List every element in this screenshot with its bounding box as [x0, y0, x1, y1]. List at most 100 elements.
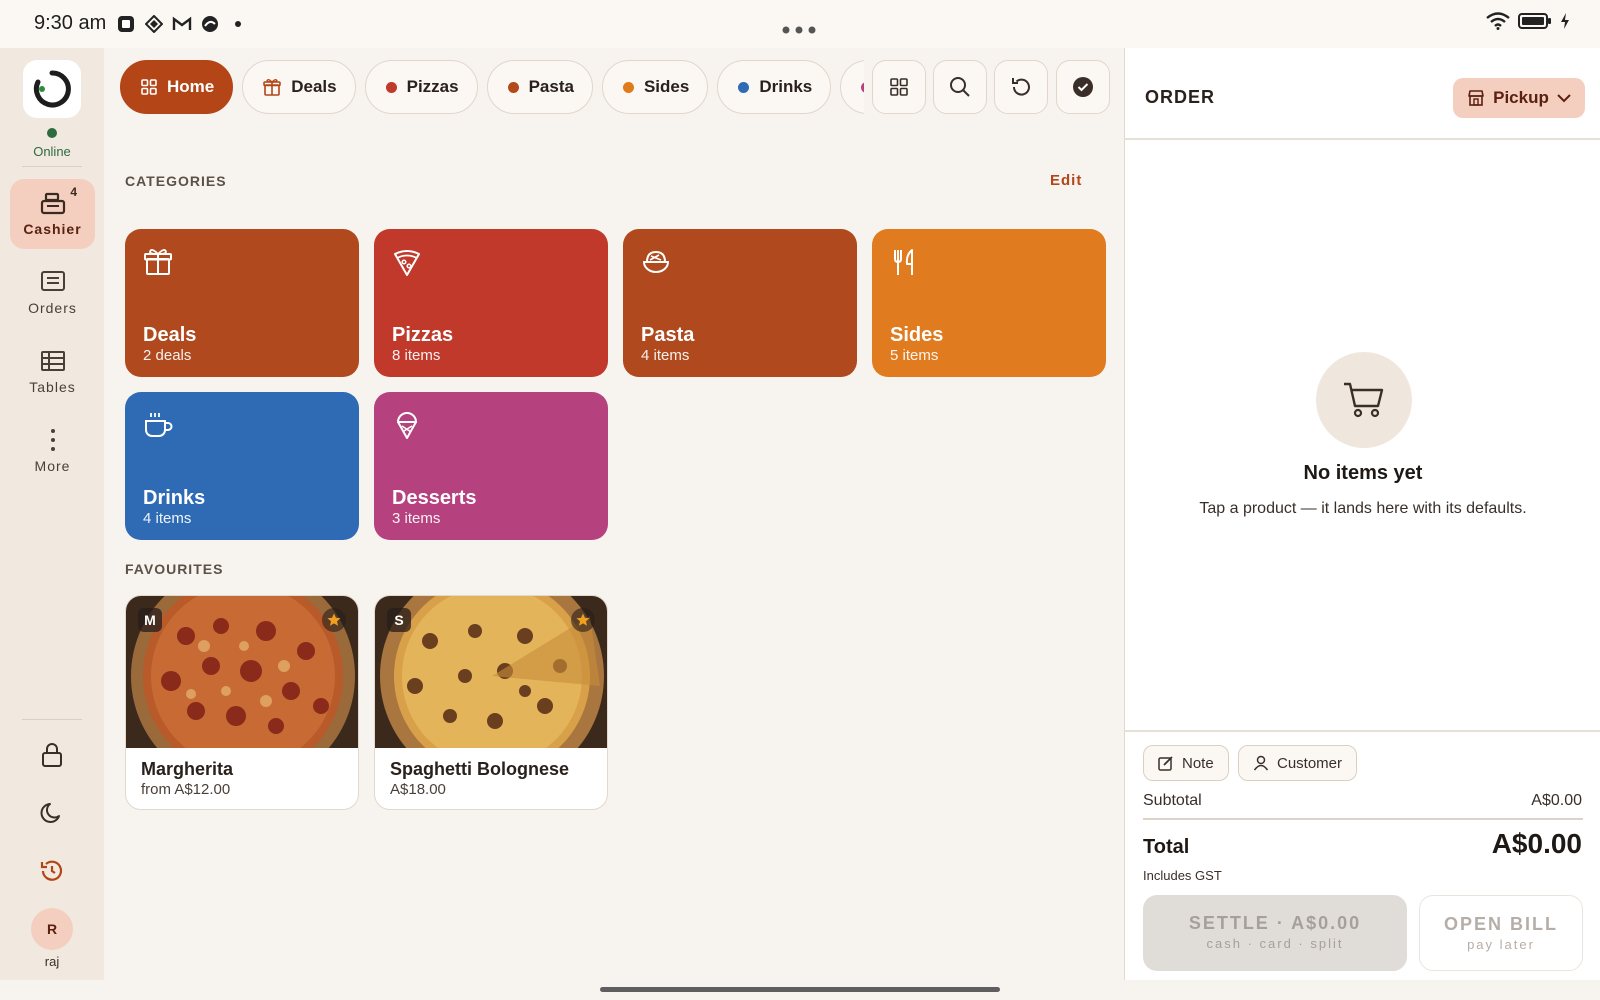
chip-sides[interactable]: Sides — [601, 60, 709, 114]
chip-deals-label: Deals — [291, 77, 337, 96]
category-count: 4 items — [641, 347, 690, 364]
chip-desserts[interactable]: De — [840, 60, 864, 114]
undo-icon — [1012, 78, 1030, 96]
category-name: Desserts — [392, 487, 477, 509]
category-count: 2 deals — [143, 347, 192, 364]
charging-icon — [1560, 12, 1570, 35]
subtotal-label: Subtotal — [1143, 792, 1202, 809]
product-price: A$18.00 — [390, 781, 446, 798]
size-tag: M — [138, 608, 162, 632]
online-status-dot — [47, 128, 57, 138]
nav-orders[interactable]: Orders — [10, 258, 95, 328]
open-bill-button[interactable]: OPEN BILL pay later — [1419, 895, 1583, 971]
chip-pizzas[interactable]: Pizzas — [364, 60, 478, 114]
category-name: Pasta — [641, 324, 695, 346]
search-icon — [950, 77, 970, 97]
table-icon — [40, 351, 65, 371]
chip-deals[interactable]: Deals — [242, 60, 356, 114]
note-label: Note — [1182, 754, 1214, 772]
star-icon[interactable] — [571, 608, 595, 632]
open-bill-sublabel: pay later — [1467, 937, 1535, 952]
category-card-pizzas[interactable]: Pizzas 8 items — [374, 229, 608, 377]
open-bill-label: OPEN BILL — [1443, 914, 1558, 934]
browser-notification-icon — [200, 14, 220, 34]
settle-label: SETTLE · A$0.00 — [1188, 913, 1362, 933]
user-icon — [1253, 755, 1269, 771]
nav-cashier-label: Cashier — [23, 221, 82, 237]
chip-sides-label: Sides — [643, 77, 690, 96]
bowl-icon — [642, 250, 670, 273]
cashier-badge: 4 — [70, 185, 77, 199]
chip-home-label: Home — [167, 77, 215, 96]
category-card-pasta[interactable]: Pasta 4 items — [623, 229, 857, 377]
category-name: Pizzas — [392, 324, 454, 346]
subtotal-value: A$0.00 — [1531, 792, 1582, 809]
diamond-notification-icon — [144, 14, 164, 34]
category-card-desserts[interactable]: Desserts 3 items — [374, 392, 608, 540]
chip-pasta[interactable]: Pasta — [486, 60, 593, 114]
lock-button[interactable] — [34, 737, 70, 773]
home-indicator[interactable] — [600, 987, 1000, 992]
nav-more[interactable]: More — [10, 416, 95, 486]
category-count: 8 items — [392, 347, 441, 364]
utensils-icon — [894, 249, 913, 275]
category-name: Sides — [890, 324, 944, 346]
order-footer-divider — [1125, 730, 1600, 732]
category-name: Deals — [143, 324, 197, 346]
online-status-label: Online — [33, 144, 71, 159]
search-button[interactable] — [933, 60, 987, 114]
sides-color-dot — [622, 81, 634, 93]
order-header-divider — [1125, 138, 1600, 140]
notification-icons — [116, 14, 248, 34]
customer-button[interactable]: Customer — [1238, 745, 1358, 781]
battery-icon — [1518, 12, 1552, 35]
nav-tables-label: Tables — [29, 379, 76, 395]
chip-home[interactable]: Home — [120, 60, 234, 114]
star-icon[interactable] — [322, 608, 346, 632]
category-name: Drinks — [143, 487, 206, 509]
cash-register-icon — [40, 192, 65, 215]
category-card-sides[interactable]: Sides 5 items — [872, 229, 1106, 377]
user-name: raj — [44, 954, 60, 969]
nav-cashier[interactable]: 4 Cashier — [10, 179, 95, 249]
customer-label: Customer — [1277, 754, 1343, 772]
nav-tables[interactable]: Tables — [10, 337, 95, 407]
grid-view-button[interactable] — [872, 60, 926, 114]
more-notifications-dot-icon — [228, 14, 248, 34]
gst-note: Includes GST — [1143, 868, 1222, 883]
nav-orders-label: Orders — [28, 300, 77, 316]
multitask-dots-icon[interactable] — [782, 14, 816, 40]
category-chip-bar: Home Deals Pizzas Pasta Sides Drinks De — [120, 60, 864, 114]
lock-icon — [42, 743, 62, 767]
nav-rail: Online 4 Cashier Orders Tables More R ra… — [0, 48, 104, 980]
chevron-down-icon — [1557, 94, 1571, 103]
note-button[interactable]: Note — [1143, 745, 1229, 781]
avatar[interactable]: R — [31, 908, 73, 950]
confirm-button[interactable] — [1056, 60, 1110, 114]
product-name: Spaghetti Bolognese — [390, 759, 570, 779]
edit-categories-link[interactable]: Edit — [1050, 172, 1082, 189]
empty-order-title: No items yet — [1303, 462, 1423, 484]
history-button[interactable] — [34, 853, 70, 889]
category-card-drinks[interactable]: Drinks 4 items — [125, 392, 359, 540]
pizza-icon — [394, 250, 420, 276]
store-icon — [1468, 90, 1484, 106]
grid-icon — [141, 79, 157, 95]
wifi-icon — [1486, 12, 1510, 35]
moon-icon — [40, 803, 60, 823]
refresh-button[interactable] — [994, 60, 1048, 114]
order-title: ORDER — [1145, 87, 1216, 107]
settle-button[interactable]: SETTLE · A$0.00 cash · card · split — [1143, 895, 1407, 971]
order-mode-dropdown[interactable]: Pickup — [1453, 78, 1585, 118]
categories-heading: CATEGORIES — [125, 173, 227, 189]
favourite-card-spaghetti-bolognese[interactable]: S Spaghetti Bolognese A$18.00 — [374, 595, 608, 810]
settle-sublabel: cash · card · split — [1206, 936, 1344, 951]
category-card-deals[interactable]: Deals 2 deals — [125, 229, 359, 377]
favourite-card-margherita[interactable]: M Margherita from A$12.00 — [125, 595, 359, 810]
category-count: 4 items — [143, 510, 192, 527]
dark-mode-button[interactable] — [34, 795, 70, 831]
pizzas-color-dot — [385, 81, 397, 93]
chip-drinks[interactable]: Drinks — [717, 60, 832, 114]
category-count: 5 items — [890, 347, 939, 364]
chip-pasta-label: Pasta — [528, 77, 574, 96]
